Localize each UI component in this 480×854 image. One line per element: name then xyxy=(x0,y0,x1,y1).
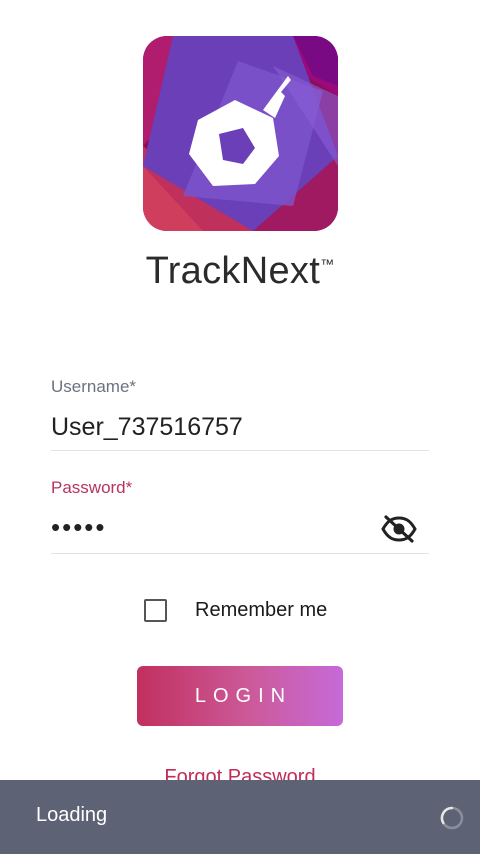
remember-me-checkbox[interactable] xyxy=(144,598,167,622)
username-label: Username* xyxy=(51,377,137,396)
eye-off-icon[interactable] xyxy=(381,514,417,544)
remember-me-toggle[interactable]: Remember me xyxy=(144,594,327,626)
loading-snackbar: Loading xyxy=(0,780,480,854)
username-field[interactable] xyxy=(51,410,429,444)
login-screen: TrackNext™ Username* Password* ••••• Rem… xyxy=(0,0,480,854)
app-name: TrackNext™ xyxy=(0,250,480,293)
password-label: Password* xyxy=(51,478,133,497)
app-logo xyxy=(143,36,338,231)
trademark-mark: ™ xyxy=(320,256,335,272)
login-button[interactable]: LOGIN xyxy=(137,666,343,726)
snackbar-text: Loading xyxy=(36,804,108,826)
app-name-text: TrackNext xyxy=(145,250,321,292)
password-field[interactable]: ••••• xyxy=(51,512,371,546)
password-underline xyxy=(51,553,429,554)
remember-me-label: Remember me xyxy=(195,598,328,621)
username-underline xyxy=(51,450,429,451)
spinner-icon xyxy=(440,806,464,830)
